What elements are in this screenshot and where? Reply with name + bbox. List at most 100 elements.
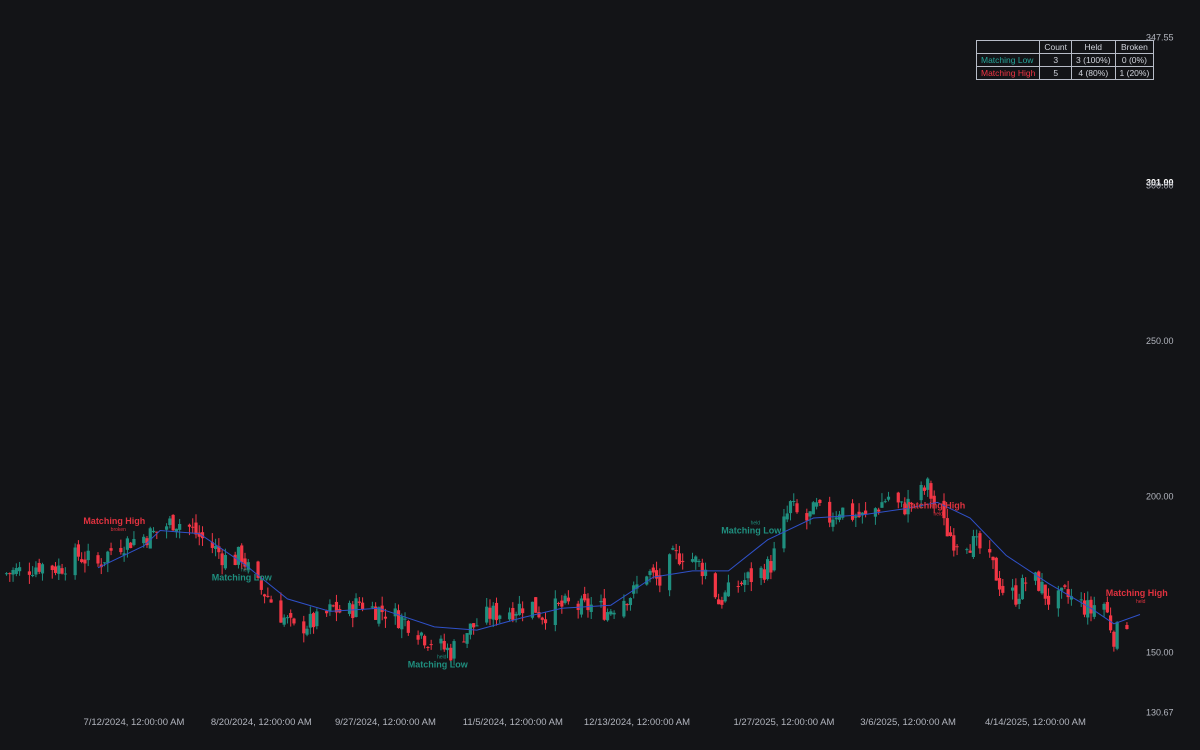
- candle-body: [805, 513, 809, 521]
- candle-body: [279, 600, 283, 623]
- candle-body: [811, 502, 815, 515]
- candle-body: [834, 517, 838, 520]
- time-axis: 7/12/2024, 12:00:00 AM 8/20/2024, 12:00:0…: [83, 717, 1086, 728]
- candle-body: [952, 535, 956, 551]
- x-tick-label: 3/6/2025, 12:00:00 AM: [860, 717, 956, 728]
- candle-body: [442, 640, 446, 650]
- candle-body: [8, 573, 12, 575]
- candle-body: [654, 570, 659, 579]
- x-tick-label: 4/14/2025, 12:00:00 AM: [985, 717, 1086, 728]
- candle-body: [403, 618, 407, 620]
- y-tick-label: 150.00: [1146, 647, 1174, 657]
- candle-body: [612, 612, 616, 615]
- candle-body: [151, 530, 156, 533]
- candle-body: [125, 538, 129, 550]
- candle-body: [419, 632, 423, 636]
- candle-body: [896, 492, 900, 503]
- candle-body: [106, 551, 110, 563]
- candle-body: [808, 511, 812, 517]
- candle-body: [17, 567, 22, 572]
- candle-body: [171, 514, 175, 531]
- candle-body: [383, 616, 388, 619]
- candle-body: [429, 644, 433, 646]
- candle-body: [521, 608, 525, 614]
- annotation-label: Matching Low: [721, 526, 782, 536]
- candle-body: [1056, 590, 1060, 609]
- candle-body: [674, 550, 678, 552]
- candle-body: [266, 595, 270, 597]
- candle-body: [772, 548, 776, 571]
- candle-body: [27, 571, 31, 575]
- candle-body: [393, 608, 397, 617]
- candle-body: [766, 559, 770, 580]
- candle-body: [668, 554, 672, 591]
- candle-body: [315, 611, 319, 627]
- candle-body: [743, 580, 747, 585]
- candle-body: [1105, 602, 1109, 613]
- y-tick-label: 130.67: [1146, 708, 1174, 718]
- candle-body: [31, 575, 35, 577]
- candle-body: [1040, 581, 1044, 594]
- candle-body: [406, 621, 410, 633]
- candle-body: [589, 604, 593, 612]
- candle-body: [83, 559, 87, 564]
- candle-body: [119, 547, 123, 553]
- stats-row-matching-low: Matching Low 3 3 (100%) 0 (0%): [975, 53, 1155, 67]
- candle-body: [445, 647, 450, 651]
- candle-body: [400, 616, 404, 630]
- candle-body: [485, 606, 489, 623]
- candle-body: [537, 612, 541, 618]
- annotation-label: Matching High: [1106, 588, 1168, 598]
- candle-body: [347, 602, 352, 614]
- y-tick-label: 200.00: [1146, 492, 1174, 502]
- candle-body: [302, 621, 306, 634]
- candle-body: [700, 562, 704, 577]
- candle-body: [818, 499, 822, 504]
- candle-body: [583, 593, 587, 601]
- candle-body: [857, 511, 861, 517]
- candle-body: [475, 625, 479, 627]
- candle-body: [697, 561, 701, 563]
- candle-body: [426, 646, 430, 648]
- candle-body: [40, 564, 45, 574]
- candle-body: [926, 478, 930, 490]
- stats-held-cell: 3 (100%): [1071, 53, 1116, 67]
- candle-body: [540, 617, 544, 620]
- candle-body: [354, 598, 358, 617]
- candle-body: [60, 568, 64, 574]
- candle-body: [331, 605, 335, 607]
- candle-body: [677, 553, 682, 565]
- x-tick-label: 11/5/2024, 12:00:00 AM: [463, 717, 563, 728]
- candle-body: [129, 542, 133, 549]
- candle-body: [759, 567, 763, 579]
- stats-row-matching-high: Matching High 5 4 (80%) 1 (20%): [975, 66, 1155, 80]
- candle-body: [305, 628, 309, 635]
- candle-body: [599, 600, 603, 603]
- candle-body: [534, 597, 538, 613]
- candle-body: [605, 612, 610, 621]
- candle-body: [1024, 582, 1028, 584]
- candle-body: [491, 605, 495, 620]
- candle-body: [883, 501, 887, 503]
- candle-body: [1017, 598, 1021, 604]
- candle-body: [586, 598, 590, 611]
- annotation-status: held: [241, 567, 251, 573]
- candle-body: [671, 548, 675, 550]
- candle-body: [717, 599, 721, 605]
- annotation-label: Matching Low: [408, 659, 469, 669]
- price-chart[interactable]: Matching HighbrokenMatching LowheldMatch…: [0, 0, 1200, 750]
- candle-body: [788, 501, 793, 514]
- candle-body: [351, 604, 355, 619]
- candle-body: [828, 501, 832, 523]
- stats-held-cell: 4 (80%): [1071, 66, 1116, 80]
- candle-body: [282, 617, 286, 625]
- candle-body: [792, 500, 796, 503]
- candle-body: [1046, 595, 1051, 605]
- candle-body: [37, 562, 41, 572]
- candle-body: [877, 509, 881, 512]
- candle-body: [978, 533, 982, 549]
- candle-body: [308, 613, 312, 628]
- candle-body: [991, 556, 995, 561]
- candle-body: [837, 514, 842, 520]
- candle-body: [164, 526, 169, 530]
